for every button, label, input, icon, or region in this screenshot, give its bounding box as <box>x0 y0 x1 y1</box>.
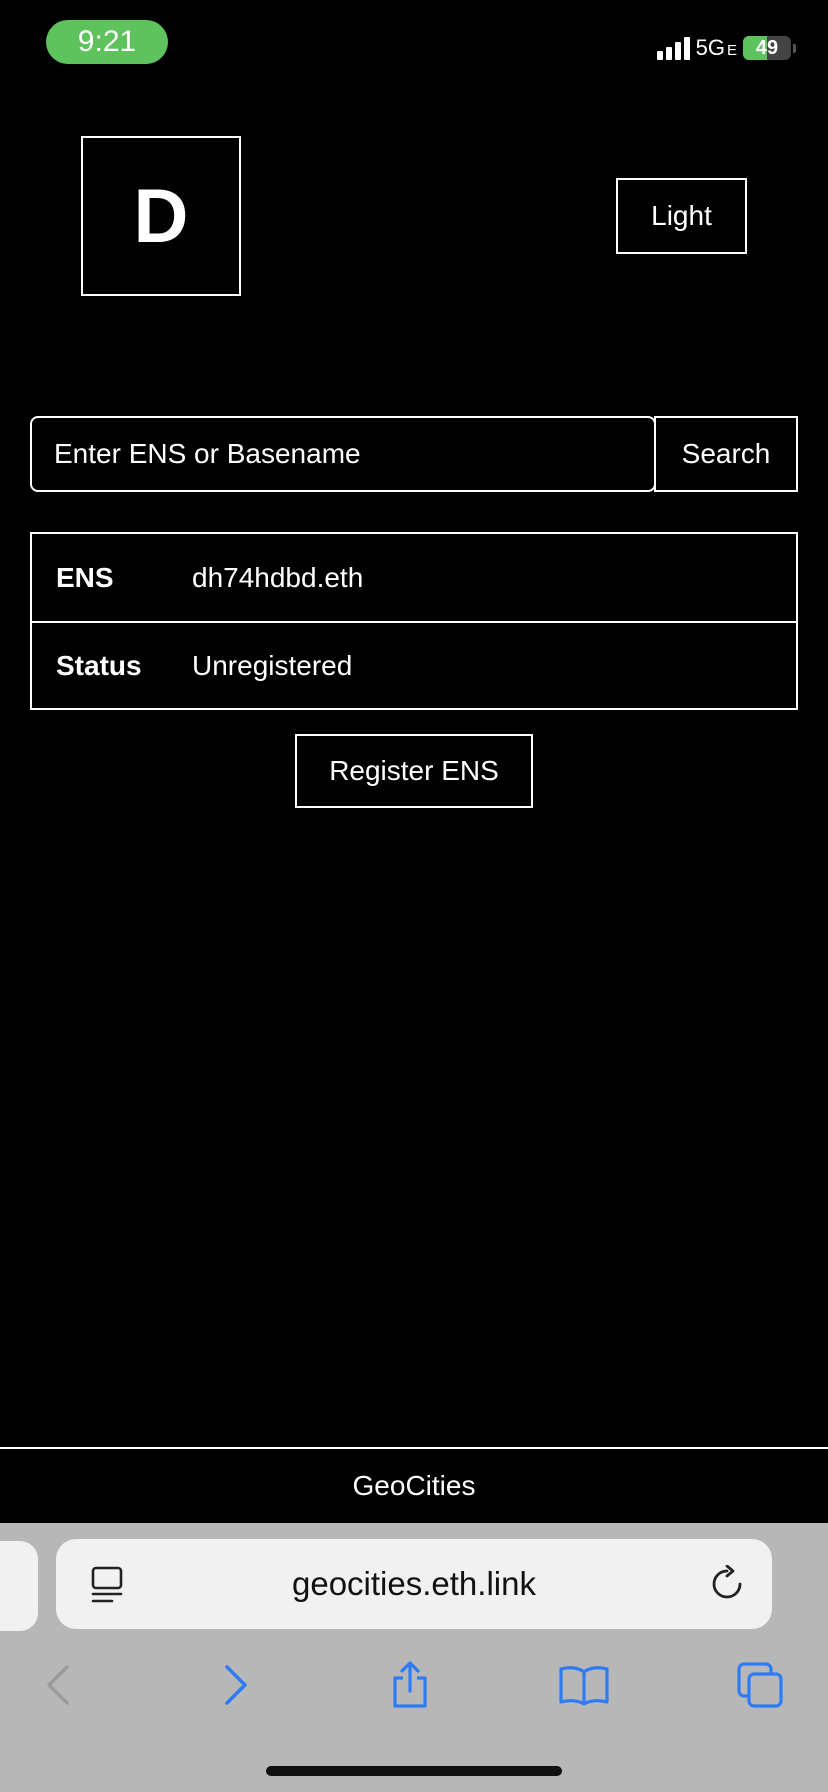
tabs-icon[interactable] <box>728 1653 792 1717</box>
info-value: Unregistered <box>192 649 353 681</box>
back-icon[interactable] <box>26 1653 90 1717</box>
status-indicators: 5G E 49 <box>656 34 796 62</box>
info-key: ENS <box>56 561 114 593</box>
previous-tab-preview[interactable] <box>0 1541 38 1631</box>
ens-search-input[interactable]: Enter ENS or Basename <box>30 416 656 492</box>
search-button[interactable]: Search <box>654 416 798 492</box>
site-logo[interactable]: D <box>81 136 241 296</box>
register-ens-button[interactable]: Register ENS <box>295 734 533 808</box>
signal-icon <box>656 36 690 60</box>
site-footer[interactable]: GeoCities <box>0 1447 828 1523</box>
battery-icon: 49 <box>743 36 791 60</box>
theme-toggle-button[interactable]: Light <box>616 178 747 254</box>
info-row-ens: ENS dh74hdbd.eth <box>32 534 796 621</box>
ens-info-table: ENS dh74hdbd.eth Status Unregistered <box>30 532 798 710</box>
battery-percent: 49 <box>755 36 779 59</box>
forward-icon[interactable] <box>204 1653 268 1717</box>
browser-toolbar <box>0 1653 828 1753</box>
address-bar[interactable]: geocities.eth.link <box>56 1539 772 1629</box>
share-icon[interactable] <box>378 1653 442 1717</box>
home-indicator[interactable] <box>266 1766 562 1776</box>
bookmarks-icon[interactable] <box>552 1653 616 1717</box>
reload-icon[interactable] <box>708 1565 746 1603</box>
browser-chrome: geocities.eth.link <box>0 1523 828 1792</box>
info-value: dh74hdbd.eth <box>192 561 364 593</box>
page: 9:21 5G E 49 D Light Enter ENS or Basenam… <box>0 0 828 1792</box>
battery-tip <box>793 43 796 53</box>
network-label: 5G E <box>695 35 737 60</box>
status-time: 9:21 <box>46 20 168 64</box>
info-key: Status <box>56 649 142 681</box>
url-text[interactable]: geocities.eth.link <box>292 1565 536 1603</box>
info-row-status: Status Unregistered <box>32 621 796 708</box>
reader-icon[interactable] <box>90 1566 124 1604</box>
